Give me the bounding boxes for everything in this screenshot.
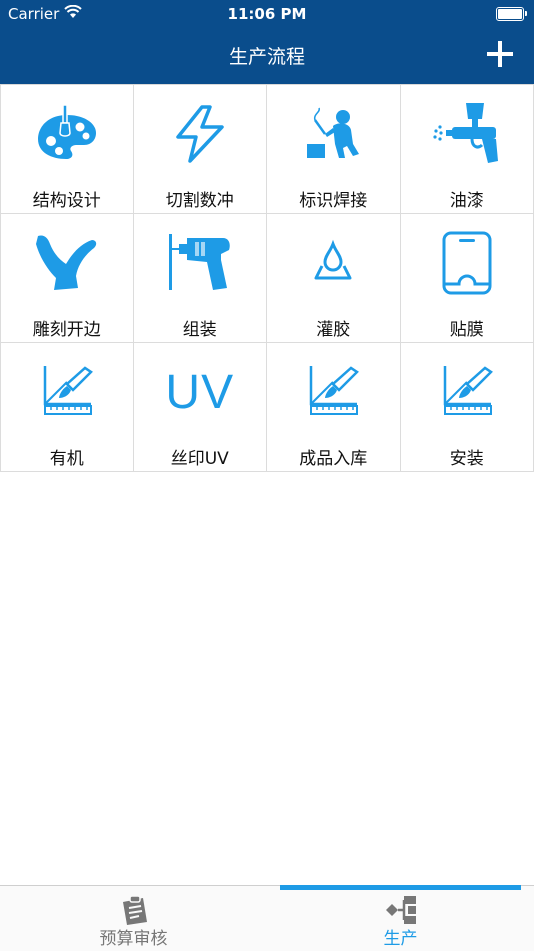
ruler-brush-icon xyxy=(298,357,368,427)
ruler-brush-icon xyxy=(32,357,102,427)
tab-production[interactable]: 生产 xyxy=(267,886,534,951)
grid-item-organic[interactable]: 有机 xyxy=(0,343,134,472)
battery-icon xyxy=(496,7,524,21)
uv-icon: UV xyxy=(165,357,235,427)
grid-item-structure-design[interactable]: 结构设计 xyxy=(0,85,134,214)
grid-item-label: 油漆 xyxy=(401,186,534,211)
grid-item-install[interactable]: 安装 xyxy=(401,343,534,472)
process-grid: 结构设计 切割数冲 标识焊接 xyxy=(0,84,534,472)
grid-item-film[interactable]: 贴膜 xyxy=(401,214,534,343)
grid-item-label: 切割数冲 xyxy=(134,186,267,211)
grid-item-label: 丝印UV xyxy=(134,444,267,469)
uv-icon-text: UV xyxy=(165,365,234,420)
grid-item-label: 标识焊接 xyxy=(267,186,400,211)
grid-item-label: 安装 xyxy=(401,444,534,469)
grid-item-welding[interactable]: 标识焊接 xyxy=(267,85,401,214)
spray-gun-icon xyxy=(432,99,502,169)
grid-item-warehouse[interactable]: 成品入库 xyxy=(267,343,401,472)
grid-item-silkscreen-uv[interactable]: UV 丝印UV xyxy=(134,343,268,472)
glue-drop-icon xyxy=(298,228,368,298)
flow-icon xyxy=(384,894,418,926)
grid-item-label: 组装 xyxy=(134,315,267,340)
grid-item-label: 雕刻开边 xyxy=(1,315,133,340)
palette-icon xyxy=(32,99,102,169)
grid-item-engraving[interactable]: 雕刻开边 xyxy=(0,214,134,343)
grid-item-cutting[interactable]: 切割数冲 xyxy=(134,85,268,214)
clock: 11:06 PM xyxy=(0,5,534,23)
tab-label: 预算审核 xyxy=(0,924,267,949)
grid-item-label: 成品入库 xyxy=(267,444,400,469)
engraving-icon xyxy=(32,228,102,298)
grid-item-label: 灌胶 xyxy=(267,315,400,340)
grid-item-assembly[interactable]: 组装 xyxy=(134,214,268,343)
phone-film-icon xyxy=(432,228,502,298)
plus-icon xyxy=(484,38,516,70)
grid-item-label: 贴膜 xyxy=(401,315,534,340)
ruler-brush-icon xyxy=(432,357,502,427)
grid-item-paint[interactable]: 油漆 xyxy=(401,85,534,214)
welder-icon xyxy=(298,99,368,169)
grid-item-label: 有机 xyxy=(1,444,133,469)
lightning-icon xyxy=(165,99,235,169)
grid-item-label: 结构设计 xyxy=(1,186,133,211)
active-tab-indicator xyxy=(280,885,521,890)
grid-item-glue[interactable]: 灌胶 xyxy=(267,214,401,343)
tab-label: 生产 xyxy=(267,924,534,949)
add-button[interactable] xyxy=(484,38,516,70)
tab-bar: 预算审核 生产 xyxy=(0,885,534,951)
clipboard-icon xyxy=(117,894,151,926)
page-title: 生产流程 xyxy=(0,42,534,69)
status-bar: Carrier 11:06 PM xyxy=(0,0,534,28)
drill-icon xyxy=(165,228,235,298)
nav-bar: 生产流程 xyxy=(0,28,534,84)
tab-budget-review[interactable]: 预算审核 xyxy=(0,886,267,951)
